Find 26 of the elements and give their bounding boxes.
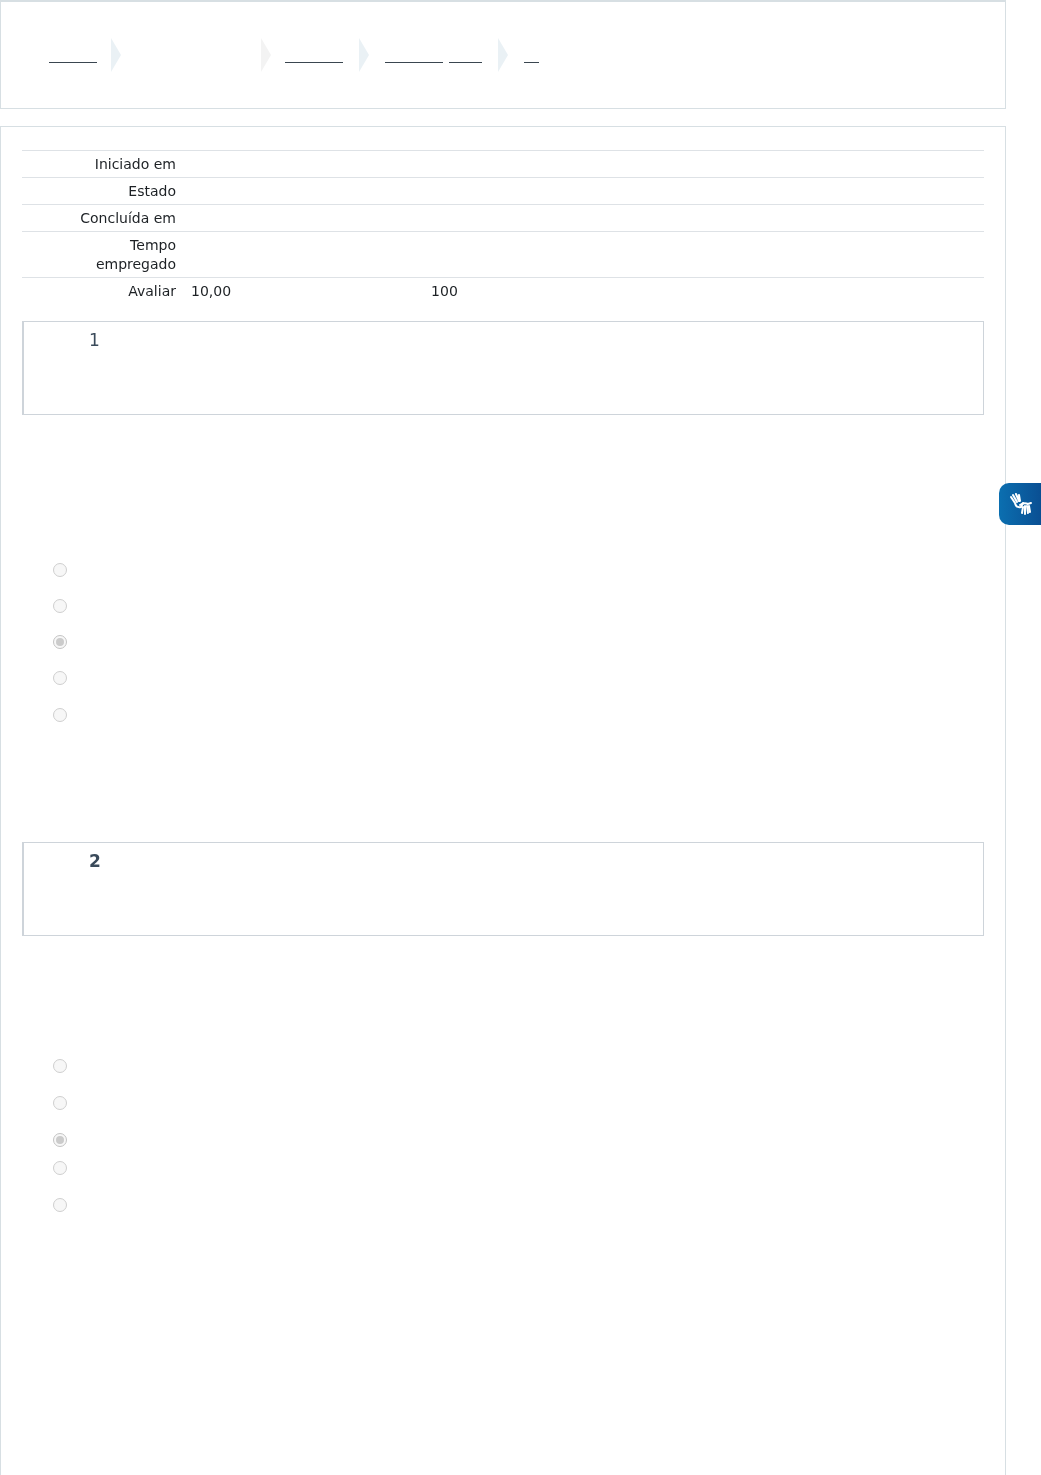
radio-button[interactable] [53, 1096, 67, 1110]
link-underline[interactable] [524, 61, 539, 63]
summary-value: 10,00 [191, 283, 232, 299]
summary-value: 100 [431, 283, 458, 299]
link-underline[interactable] [385, 61, 443, 63]
radio-button[interactable] [53, 1161, 67, 1175]
hands-icon [1007, 491, 1033, 517]
summary-label: Estado [128, 182, 176, 201]
radio-button[interactable] [53, 1198, 67, 1212]
radio-button[interactable] [53, 635, 67, 649]
summary-label: Iniciado em [94, 155, 176, 174]
radio-button[interactable] [53, 671, 67, 685]
accessibility-button[interactable] [999, 483, 1041, 525]
question-number: 1 [89, 330, 100, 350]
radio-button[interactable] [53, 708, 67, 722]
radio-button[interactable] [53, 1133, 67, 1147]
link-underline[interactable] [285, 61, 343, 63]
radio-button[interactable] [53, 1059, 67, 1073]
radio-button[interactable] [53, 563, 67, 577]
summary-label: Tempo empregado [94, 236, 176, 274]
link-underline[interactable] [49, 61, 97, 63]
link-underline[interactable] [449, 61, 482, 63]
question-number: 2 [89, 851, 101, 871]
summary-label: Avaliar [128, 282, 176, 301]
radio-button[interactable] [53, 599, 67, 613]
summary-label: Concluída em [80, 209, 176, 228]
